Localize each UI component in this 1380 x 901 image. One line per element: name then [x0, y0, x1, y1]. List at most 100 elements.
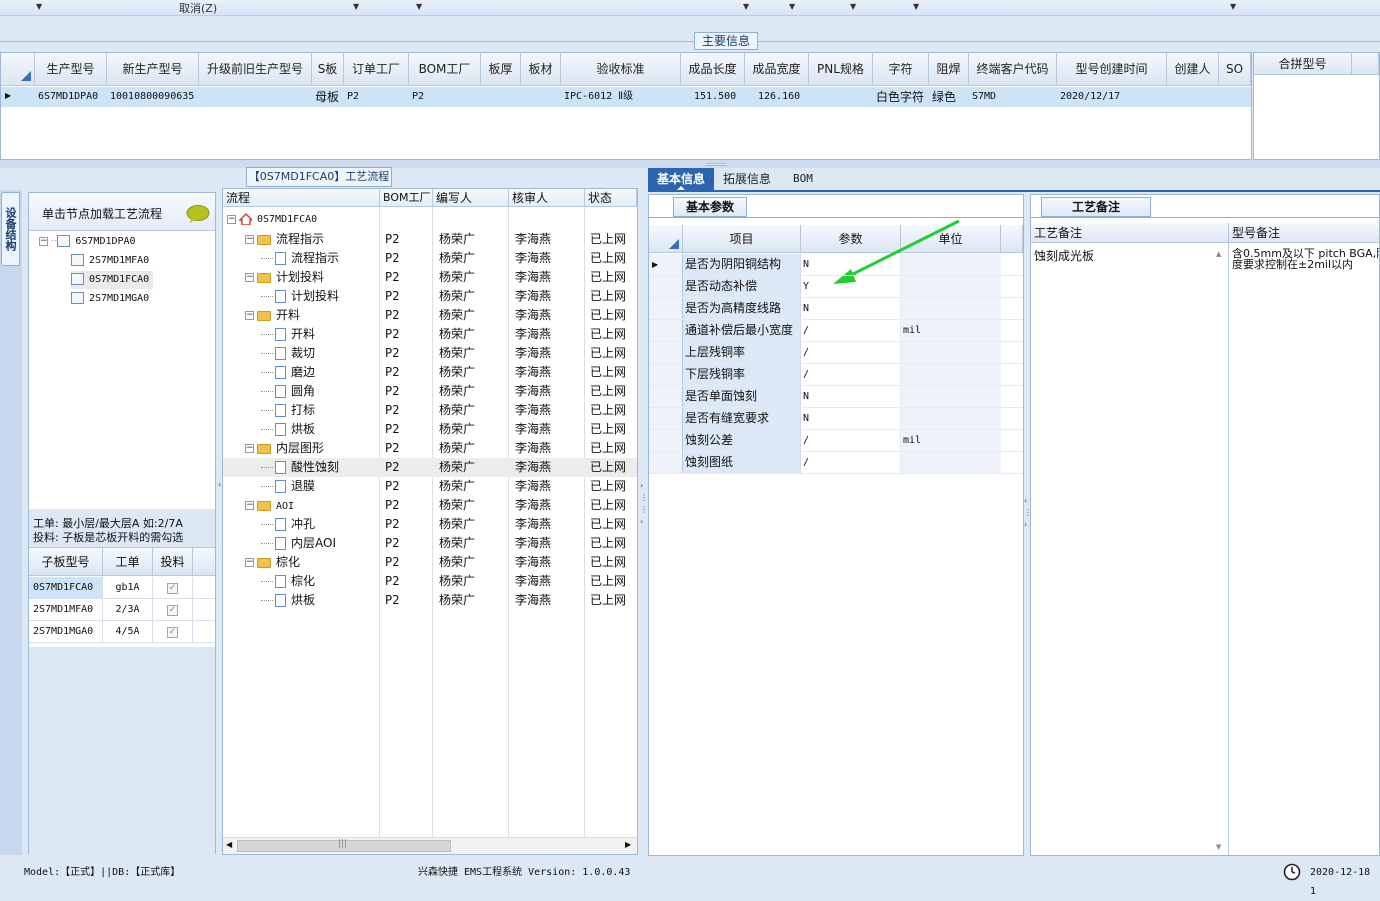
row-selector[interactable]: [649, 364, 683, 385]
cell-reviewer[interactable]: 李海燕: [515, 477, 551, 496]
dropdown-arrow-icon[interactable]: ▼: [1230, 2, 1236, 11]
cell-param[interactable]: /: [801, 320, 901, 341]
cell-standard[interactable]: IPC-6012 Ⅱ级: [562, 87, 681, 107]
cell-reviewer[interactable]: 李海燕: [515, 325, 551, 344]
checkmark-icon[interactable]: ✓: [167, 627, 178, 638]
cell-param[interactable]: N: [801, 254, 901, 275]
process-node[interactable]: 退膜: [261, 477, 315, 496]
cell-writer[interactable]: 杨荣广: [439, 287, 475, 306]
dropdown-arrow-icon[interactable]: ▼: [36, 2, 42, 11]
cell-status[interactable]: 已上网: [590, 325, 626, 344]
col-header[interactable]: BOM工厂: [409, 53, 481, 86]
process-node[interactable]: 计划投料: [261, 287, 339, 306]
cell-writer[interactable]: 杨荣广: [439, 325, 475, 344]
cell-writer[interactable]: 杨荣广: [439, 344, 475, 363]
col-header-model-note[interactable]: 型号备注: [1229, 223, 1379, 243]
process-node[interactable]: 酸性蚀刻: [261, 458, 339, 477]
cell-param[interactable]: /: [801, 452, 901, 473]
cell-status[interactable]: 已上网: [590, 287, 626, 306]
dropdown-arrow-icon[interactable]: ▼: [416, 2, 422, 11]
cell-factory[interactable]: P2: [385, 553, 399, 572]
cell-param[interactable]: N: [801, 386, 901, 407]
process-node[interactable]: − AOI: [245, 496, 294, 515]
process-node[interactable]: 烘板: [261, 591, 315, 610]
col-header[interactable]: 成品宽度: [745, 53, 809, 86]
tree-node-child[interactable]: 2S7MD1MFA0: [71, 252, 149, 270]
cell-status[interactable]: 已上网: [590, 496, 626, 515]
cell-status[interactable]: 已上网: [590, 458, 626, 477]
process-node[interactable]: 开料: [261, 325, 315, 344]
process-node[interactable]: 流程指示: [261, 249, 339, 268]
horizontal-scrollbar[interactable]: ◀ ||| ▶: [223, 837, 637, 854]
checkmark-icon[interactable]: ✓: [167, 583, 178, 594]
cell-reviewer[interactable]: 李海燕: [515, 306, 551, 325]
cell-unit[interactable]: [901, 254, 1001, 275]
cell-item[interactable]: 下层残铜率: [683, 364, 801, 385]
table-row[interactable]: 是否单面蚀刻 N: [649, 386, 1023, 408]
col-header-status[interactable]: 状态: [585, 189, 637, 207]
cell-thickness[interactable]: [482, 87, 521, 107]
cell-unit[interactable]: [901, 276, 1001, 297]
cell-factory[interactable]: P2: [385, 572, 399, 591]
tree-node-child-selected[interactable]: 0S7MD1FCA0: [71, 271, 154, 289]
col-header[interactable]: 创建人: [1167, 53, 1219, 86]
col-header[interactable]: 新生产型号: [107, 53, 199, 86]
cell-customer[interactable]: S7MD: [970, 87, 1057, 107]
cell-factory[interactable]: P2: [385, 401, 399, 420]
row-selector[interactable]: ▶: [649, 254, 683, 275]
scroll-thumb[interactable]: |||: [237, 839, 451, 852]
cell-status[interactable]: 已上网: [590, 306, 626, 325]
col-header[interactable]: 成品长度: [681, 53, 745, 86]
cell-writer[interactable]: 杨荣广: [439, 382, 475, 401]
scroll-left-icon[interactable]: ◀: [226, 840, 232, 849]
cell-param[interactable]: N: [801, 408, 901, 429]
dropdown-arrow-icon[interactable]: ▼: [353, 2, 359, 11]
col-header[interactable]: 子板型号: [29, 548, 103, 576]
scroll-up-icon[interactable]: ▲: [1216, 250, 1221, 258]
cell-factory[interactable]: P2: [385, 591, 399, 610]
cell-reviewer[interactable]: 李海燕: [515, 268, 551, 287]
cell-writer[interactable]: 杨荣广: [439, 553, 475, 572]
cell-writer[interactable]: 杨荣广: [439, 306, 475, 325]
cell-factory[interactable]: P2: [385, 534, 399, 553]
row-selector[interactable]: [649, 298, 683, 319]
cancel-button[interactable]: 取消(Z): [179, 0, 217, 16]
cell-item[interactable]: 蚀刻图纸: [683, 452, 801, 473]
collapse-icon[interactable]: −: [245, 311, 254, 320]
col-header[interactable]: 投料: [153, 548, 193, 576]
cell-factory[interactable]: P2: [385, 420, 399, 439]
row-selector[interactable]: [649, 342, 683, 363]
collapse-icon[interactable]: −: [245, 235, 254, 244]
cell-reviewer[interactable]: 李海燕: [515, 553, 551, 572]
cell-unit[interactable]: [901, 364, 1001, 385]
col-header[interactable]: 终端客户代码: [969, 53, 1057, 86]
row-selector[interactable]: [649, 320, 683, 341]
dropdown-arrow-icon[interactable]: ▼: [850, 2, 856, 11]
cell-reviewer[interactable]: 李海燕: [515, 572, 551, 591]
process-root-node[interactable]: −0S7MD1FCA0: [227, 211, 317, 229]
process-node[interactable]: − 流程指示: [245, 230, 324, 249]
cell-status[interactable]: 已上网: [590, 477, 626, 496]
cell-param[interactable]: /: [801, 364, 901, 385]
col-header-writer[interactable]: 编写人: [433, 189, 509, 207]
cell-status[interactable]: 已上网: [590, 515, 626, 534]
row-selector[interactable]: [649, 452, 683, 473]
cell-order[interactable]: 2/3A: [103, 599, 153, 620]
cell-reviewer[interactable]: 李海燕: [515, 344, 551, 363]
cell-unit[interactable]: mil: [901, 320, 1001, 341]
collapse-icon[interactable]: −: [245, 558, 254, 567]
col-header[interactable]: 板厚: [481, 53, 521, 86]
cell-item[interactable]: 上层残铜率: [683, 342, 801, 363]
cell-reviewer[interactable]: 李海燕: [515, 230, 551, 249]
dropdown-arrow-icon[interactable]: ▼: [789, 2, 795, 11]
cell-factory[interactable]: P2: [385, 496, 399, 515]
tab-device-structure[interactable]: 设备结构: [1, 192, 20, 266]
col-header-bom-factory[interactable]: BOM工厂: [380, 189, 433, 207]
cell-factory[interactable]: P2: [385, 268, 399, 287]
cell-factory[interactable]: P2: [385, 515, 399, 534]
cell-item[interactable]: 通道补偿后最小宽度: [683, 320, 801, 341]
tab-extend-info[interactable]: 拓展信息: [723, 168, 771, 190]
cell-writer[interactable]: 杨荣广: [439, 401, 475, 420]
cell-status[interactable]: 已上网: [590, 382, 626, 401]
process-node[interactable]: − 开料: [245, 306, 300, 325]
